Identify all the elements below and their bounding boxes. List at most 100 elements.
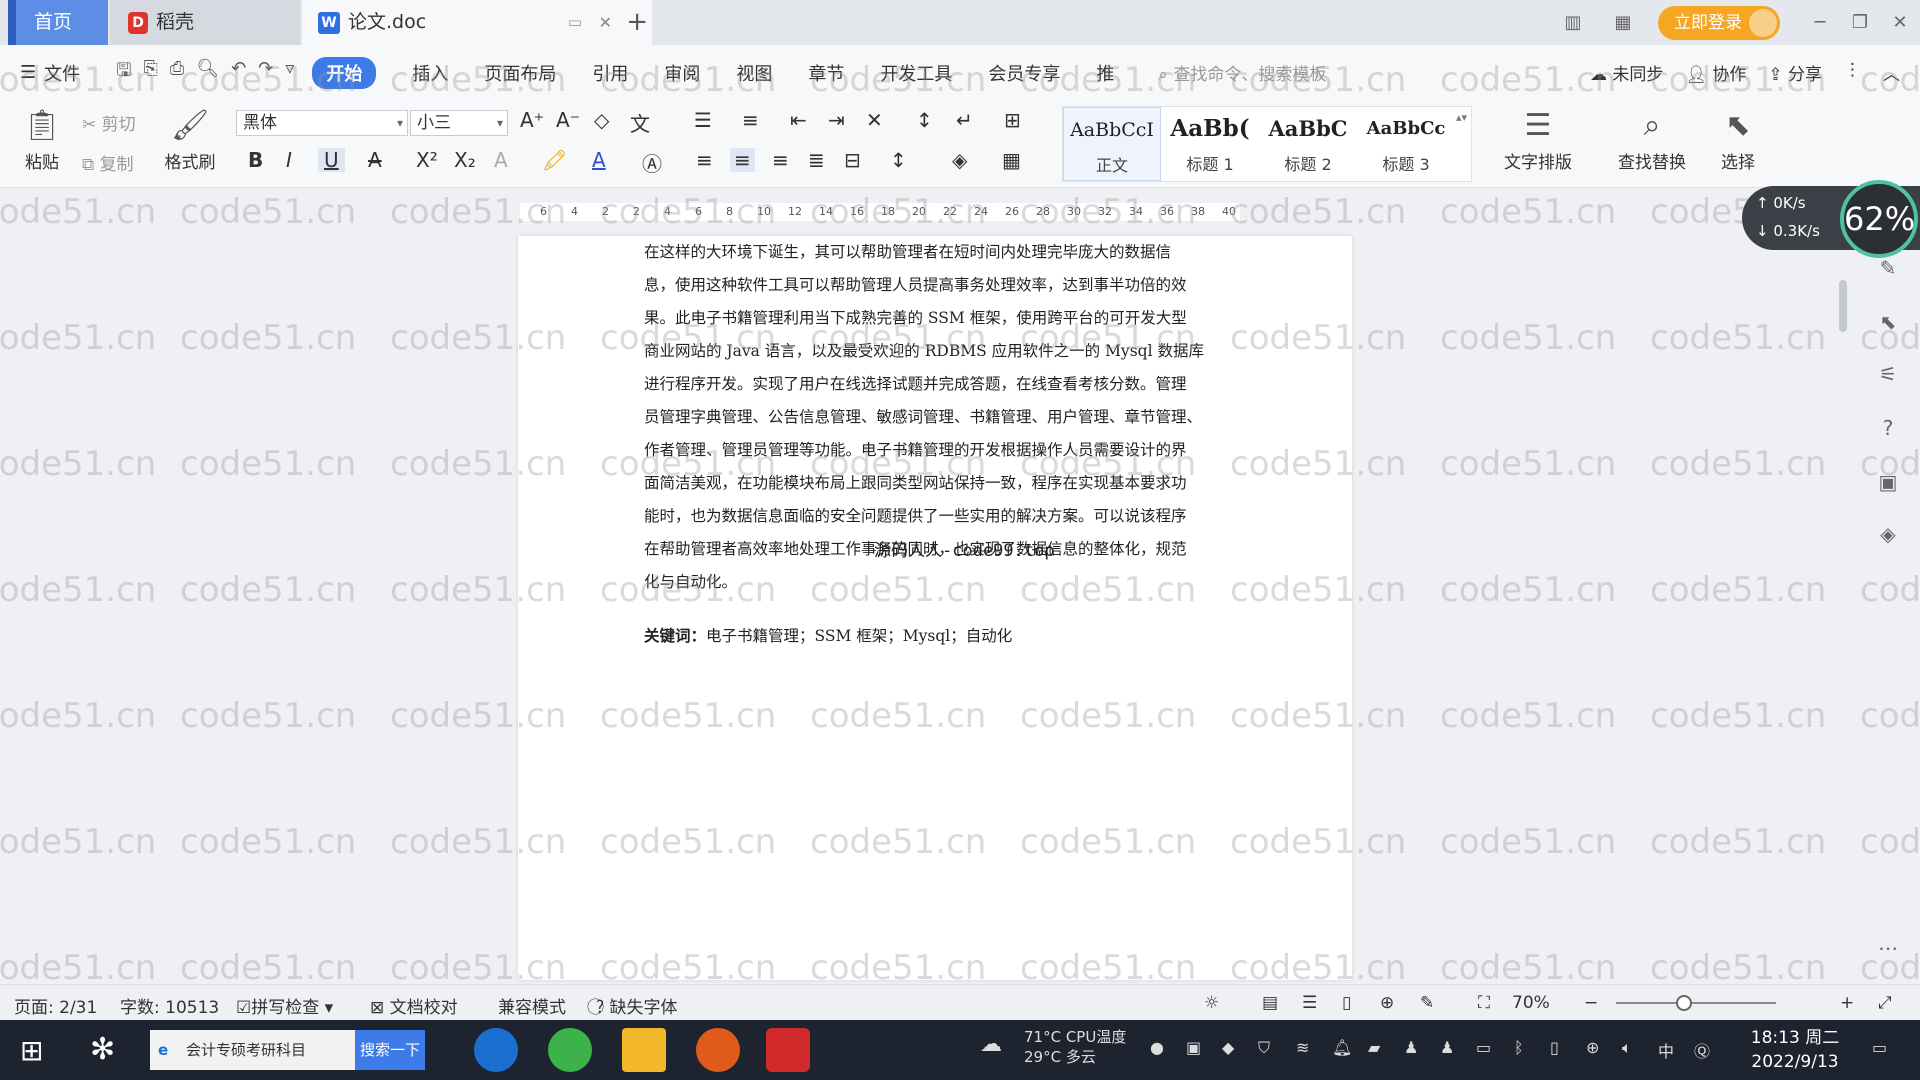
font-family-select[interactable]: 黑体 bbox=[236, 110, 408, 136]
more-options-icon[interactable]: ⋯ bbox=[1876, 936, 1900, 960]
file-menu[interactable]: ☰ 文件 bbox=[20, 60, 80, 86]
help-icon[interactable]: ? bbox=[1876, 416, 1900, 440]
volume-icon[interactable]: 🔈︎ bbox=[1622, 1038, 1632, 1058]
horizontal-ruler[interactable]: 6 4 2 2 4 6 8 10 12 14 16 18 20 22 24 26 28 30 32 34 36 38 40 bbox=[520, 203, 1240, 221]
login-button[interactable]: 立即登录 bbox=[1658, 5, 1780, 40]
tab-page-layout[interactable]: 页面布局 bbox=[484, 60, 556, 86]
tab-view[interactable]: 视图 bbox=[736, 60, 772, 86]
shading-icon[interactable]: ◈ bbox=[952, 148, 967, 172]
document-page[interactable]: 在这样的大环境下诞生，其可以帮助管理者在短时间内处理完毕庞大的数据信 息，使用这… bbox=[518, 236, 1352, 980]
export-icon[interactable]: ⎘ bbox=[143, 58, 157, 88]
restore-button[interactable]: ❐ bbox=[1840, 12, 1880, 33]
sync-button[interactable]: ☁ 未同步 bbox=[1590, 60, 1663, 85]
tab-references[interactable]: 引用 bbox=[592, 60, 628, 86]
doc-proof[interactable]: ⊠ 文档校对 bbox=[370, 993, 458, 1018]
underline-button[interactable]: U bbox=[318, 148, 345, 172]
tab-home-ribbon[interactable]: 开始 bbox=[312, 56, 377, 89]
style-scroll-icon[interactable]: ▴▾ bbox=[1456, 111, 1467, 124]
fullscreen-icon[interactable]: ⤢ bbox=[1878, 993, 1892, 1013]
format-painter-button[interactable]: 🖌︎ 格式刷 bbox=[160, 104, 220, 173]
wifi-icon[interactable]: ≋ bbox=[1296, 1038, 1309, 1057]
shrink-font-icon[interactable]: A⁻ bbox=[556, 108, 580, 132]
input-method-icon[interactable]: Ⓠ bbox=[1694, 1038, 1710, 1062]
bell-icon[interactable]: 🔔︎ bbox=[1332, 1038, 1352, 1057]
tab-stops-icon[interactable]: ⊞ bbox=[1004, 108, 1021, 132]
web-view-icon[interactable]: ⊕ bbox=[1380, 993, 1394, 1013]
ime-indicator[interactable]: 中 bbox=[1658, 1038, 1674, 1062]
notification-icon[interactable]: ▭ bbox=[1872, 1038, 1887, 1057]
pen-icon[interactable]: ✎ bbox=[1876, 256, 1900, 280]
taskbar-search-button[interactable]: 搜索一下 bbox=[355, 1030, 425, 1070]
bullet-list-icon[interactable]: ☰ bbox=[694, 108, 712, 132]
text-layout-button[interactable]: ☰ 文字排版 bbox=[1496, 104, 1580, 173]
bold-button[interactable]: B bbox=[248, 148, 263, 172]
superscript-button[interactable]: X² bbox=[416, 148, 438, 172]
borders-icon[interactable]: ▦ bbox=[1002, 148, 1021, 172]
monitor-icon[interactable]: ▭ bbox=[568, 0, 582, 45]
italic-button[interactable]: I bbox=[286, 148, 292, 172]
align-left-icon[interactable]: ≡ bbox=[696, 148, 713, 172]
print-icon[interactable]: ⎙ bbox=[170, 58, 184, 88]
eye-protect-icon[interactable]: ☼ bbox=[1204, 993, 1219, 1013]
sort-icon[interactable]: ↕ bbox=[916, 108, 933, 132]
spell-check[interactable]: ☑拼写检查 ▾ bbox=[236, 993, 333, 1018]
style-heading-2[interactable]: AaBbC 标题 2 bbox=[1259, 107, 1357, 181]
compat-mode[interactable]: 兼容模式 bbox=[498, 993, 566, 1018]
fit-page-icon[interactable]: ⛶ bbox=[1478, 993, 1490, 1013]
plus-icon[interactable]: ⊕ bbox=[1586, 1038, 1599, 1057]
font-color-button[interactable]: A bbox=[592, 148, 606, 172]
char-border-icon[interactable]: Ⓐ bbox=[642, 148, 662, 177]
clear-format-icon[interactable]: ◇ bbox=[594, 108, 609, 132]
highlight-icon[interactable]: 🖍︎ bbox=[542, 148, 567, 172]
align-right-icon[interactable]: ≡ bbox=[772, 148, 789, 172]
chinese-layout-icon[interactable]: ✕ bbox=[866, 108, 883, 132]
task-view-icon[interactable]: ✻ bbox=[90, 1032, 115, 1067]
tab-daoke[interactable]: D 稻壳 bbox=[110, 0, 300, 45]
copy-button[interactable]: ⧉ 复制 bbox=[82, 150, 134, 175]
zoom-slider[interactable] bbox=[1616, 1002, 1776, 1004]
close-window-button[interactable]: ✕ bbox=[1880, 12, 1920, 33]
show-marks-icon[interactable]: ↵ bbox=[956, 108, 973, 132]
pointer-icon[interactable]: ⬉ bbox=[1876, 310, 1900, 334]
align-center-icon[interactable]: ≡ bbox=[730, 148, 755, 172]
command-search-input[interactable]: ⌕ 查找命令、搜索模板 bbox=[1158, 60, 1326, 85]
word-count[interactable]: 字数: 10513 bbox=[120, 993, 219, 1018]
tab-review[interactable]: 审阅 bbox=[664, 60, 700, 86]
decrease-indent-icon[interactable]: ⇤ bbox=[790, 108, 807, 132]
image-icon[interactable]: ▣ bbox=[1876, 470, 1900, 494]
apps-grid-icon[interactable]: ▦ bbox=[1608, 12, 1638, 34]
page-indicator[interactable]: 页面: 2/31 bbox=[14, 993, 97, 1018]
paste-button[interactable]: 📋︎ 粘贴 bbox=[16, 104, 68, 173]
ie-browser-icon[interactable] bbox=[474, 1028, 518, 1072]
share-button[interactable]: ⇪ 分享 bbox=[1768, 60, 1822, 85]
numbered-list-icon[interactable]: ≡ bbox=[742, 108, 759, 132]
new-tab-button[interactable]: + bbox=[626, 0, 648, 45]
bluetooth-icon[interactable]: ᛒ bbox=[1514, 1038, 1524, 1057]
more-icon[interactable]: ⋮ bbox=[1844, 60, 1861, 85]
close-tab-icon[interactable]: ✕ bbox=[599, 0, 612, 45]
tab-chapter[interactable]: 章节 bbox=[808, 60, 844, 86]
tab-home[interactable]: 首页 bbox=[8, 0, 108, 45]
qq-icon-1[interactable]: ♟ bbox=[1404, 1038, 1418, 1057]
minimize-button[interactable]: ─ bbox=[1800, 12, 1840, 33]
layout-icon[interactable]: ▥ bbox=[1558, 12, 1588, 34]
360-browser-icon[interactable] bbox=[548, 1028, 592, 1072]
text-effect-button[interactable]: A bbox=[494, 148, 508, 172]
system-clock[interactable]: 18:13 周二 2022/9/13 bbox=[1740, 1026, 1850, 1074]
tab-recommend[interactable]: 推 bbox=[1096, 60, 1114, 86]
shield-icon[interactable]: ⛉ bbox=[1258, 1038, 1270, 1058]
read-view-icon[interactable]: ▯ bbox=[1342, 993, 1351, 1013]
battery-icon[interactable]: ▭ bbox=[1476, 1038, 1491, 1057]
taskbar-search-input[interactable]: e 会计专硕考研科目 bbox=[150, 1030, 360, 1070]
tray-icon-2[interactable]: ▣ bbox=[1186, 1038, 1201, 1057]
usb-icon[interactable]: ▯ bbox=[1550, 1038, 1559, 1057]
find-replace-button[interactable]: ⌕ 查找替换 bbox=[1610, 104, 1694, 173]
justify-icon[interactable]: ≣ bbox=[808, 148, 825, 172]
missing-font[interactable]: ?⃝ 缺失字体 bbox=[596, 993, 677, 1018]
undo-icon[interactable]: ↶ bbox=[231, 58, 246, 88]
select-button[interactable]: ⬉ 选择 bbox=[1712, 104, 1764, 173]
tab-member[interactable]: 会员专享 bbox=[988, 60, 1060, 86]
app-avatar-icon[interactable] bbox=[696, 1028, 740, 1072]
style-heading-3[interactable]: AaBbCc 标题 3 bbox=[1357, 107, 1455, 181]
qq-icon-2[interactable]: ♟ bbox=[1440, 1038, 1454, 1057]
